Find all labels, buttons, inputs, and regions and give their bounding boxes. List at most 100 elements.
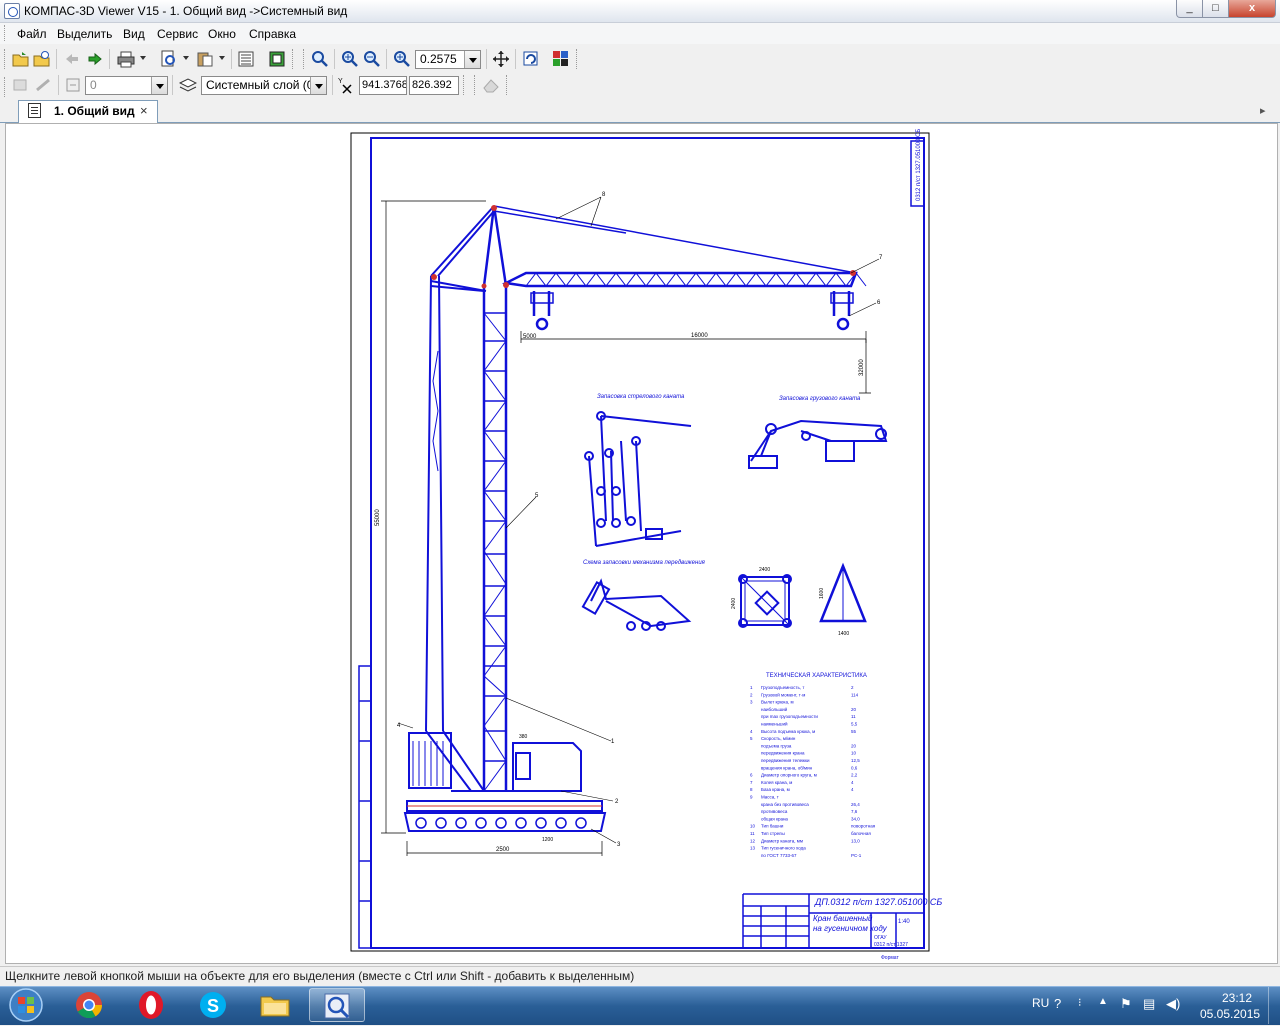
dim-height: 55000 [375, 509, 381, 526]
toolbar-grip[interactable] [4, 49, 8, 69]
zoom-scale-combo[interactable]: 0.2575 [415, 50, 481, 69]
tech-spec-cell: поворотная [851, 824, 876, 829]
print-icon[interactable] [117, 50, 135, 68]
refresh-icon[interactable] [522, 50, 540, 68]
menu-view[interactable]: Вид [123, 27, 145, 41]
kompas-app-icon[interactable] [4, 3, 20, 19]
toolbar-end-grip[interactable] [292, 49, 296, 69]
properties-list-icon[interactable] [237, 50, 255, 68]
stamp-scale: 1:40 [898, 919, 910, 925]
current-state-toolbar: 0 Системный слой (0) Y 941.3768 826.392 [0, 73, 1280, 100]
paste-icon[interactable] [196, 50, 214, 68]
taskbar-skype[interactable]: S [185, 988, 241, 1022]
open-folder-icon[interactable] [12, 50, 30, 68]
zoom-in-icon[interactable] [341, 50, 359, 68]
coordinate-y-field[interactable]: 826.392 [409, 76, 459, 95]
tray-network-icon[interactable]: ▤ [1143, 996, 1155, 1012]
stamp-name-1: Кран башенный [813, 914, 873, 923]
tray-volume-icon[interactable]: ◀) [1166, 996, 1180, 1012]
menu-help[interactable]: Справка [249, 27, 296, 41]
menu-grip[interactable] [4, 25, 8, 41]
tech-spec-cell: при max грузоподъемности [761, 714, 818, 719]
layers-icon[interactable] [179, 76, 197, 94]
paste-dropdown-icon[interactable] [219, 56, 225, 60]
tech-spec-cell: 10 [750, 824, 756, 829]
tech-spec-cell: 7,6 [851, 809, 858, 814]
menu-service[interactable]: Сервис [157, 27, 198, 41]
zoom-scale-icon[interactable] [393, 50, 411, 68]
tech-spec-cell: Тип стрелы [761, 831, 785, 836]
view-toolbar-grip[interactable] [303, 49, 307, 69]
tech-spec-cell: 11 [851, 714, 856, 719]
toolbar-grip[interactable] [474, 75, 478, 95]
dim-box-width: 2400 [759, 567, 770, 573]
tech-spec-cell: 12 [750, 838, 756, 843]
zoom-scale-dropdown-icon[interactable] [464, 51, 480, 68]
tech-spec-cell: балочная [851, 831, 871, 836]
tech-spec-cell: РС-1 [851, 853, 862, 858]
tech-spec-cell: 20 [851, 743, 857, 748]
kompas-viewer-icon [324, 993, 350, 1019]
dim-base: 2500 [496, 847, 510, 853]
style-combo[interactable]: 0 [85, 76, 168, 95]
maximize-button[interactable]: □ [1202, 0, 1229, 18]
taskbar-kompas-viewer[interactable] [309, 988, 365, 1022]
layer-combo[interactable]: Системный слой (0) [201, 76, 327, 95]
zoom-window-icon[interactable] [311, 50, 329, 68]
open-recent-icon[interactable] [33, 50, 51, 68]
taskbar-opera[interactable] [123, 988, 179, 1022]
tech-spec-cell: Тип гусеничного хода [761, 846, 806, 851]
back-arrow-icon[interactable] [63, 50, 81, 68]
close-button[interactable]: x [1228, 0, 1276, 18]
tray-expand-icon[interactable]: ⁝ [1078, 996, 1082, 1009]
toolbar-end-grip[interactable] [463, 75, 467, 95]
minimize-button[interactable]: _ [1176, 0, 1203, 18]
toolbar-separator [334, 49, 335, 69]
tech-spec-cell: 13 [750, 846, 756, 851]
start-button[interactable] [4, 987, 48, 1023]
layers-color-icon[interactable] [552, 50, 570, 68]
preview-icon[interactable] [160, 50, 178, 68]
pan-move-icon[interactable] [492, 50, 510, 68]
tray-clock-date[interactable]: 05.05.2015 [1200, 1007, 1260, 1021]
tray-language[interactable]: RU [1032, 996, 1049, 1010]
tray-clock-time[interactable]: 23:12 [1212, 991, 1262, 1005]
tech-spec-cell: Диаметр каната, мм [761, 838, 803, 843]
zoom-out-icon[interactable] [363, 50, 381, 68]
menu-select[interactable]: Выделить [57, 27, 112, 41]
style-combo-value: 0 [90, 78, 97, 92]
tray-show-hidden-icon[interactable]: ▲ [1098, 996, 1108, 1007]
tab-close-icon[interactable]: × [140, 103, 148, 118]
toolbar-end-grip[interactable] [506, 75, 510, 95]
menu-file[interactable]: Файл [17, 27, 47, 41]
stamp-group-1: ОГАУ [874, 935, 887, 941]
stamp-name-2: на гусеничном ходу [813, 924, 888, 933]
eraser-disabled-icon [483, 79, 499, 93]
coordinate-x-field[interactable]: 941.3768 [359, 76, 407, 95]
cursor-coordinates-icon[interactable]: Y [337, 76, 355, 94]
taskbar-chrome[interactable] [61, 988, 117, 1022]
tech-spec-cell: 55 [851, 729, 857, 734]
tech-spec-cell: крана без противовеса [761, 802, 809, 807]
toolbar-end-grip[interactable] [576, 49, 580, 69]
layer-dropdown-icon[interactable] [310, 77, 326, 94]
show-desktop-button[interactable] [1268, 987, 1280, 1024]
menu-window[interactable]: Окно [208, 27, 236, 41]
window-title: КОМПАС-3D Viewer V15 - 1. Общий вид ->Си… [24, 4, 348, 18]
document-tab-bar [0, 100, 1280, 123]
tray-flag-icon[interactable]: ⚑ [1120, 996, 1132, 1012]
print-dropdown-icon[interactable] [140, 56, 146, 60]
tray-help-icon[interactable]: ? [1054, 996, 1061, 1011]
style-dropdown-icon[interactable] [151, 77, 167, 94]
preview-dropdown-icon[interactable] [183, 56, 189, 60]
drawing-canvas[interactable]: 0312 п/ст 1327.051000 СБ ДП.0312 п/ст 13… [5, 123, 1278, 964]
toolbar-grip[interactable] [4, 77, 8, 97]
taskbar-explorer[interactable] [247, 988, 303, 1022]
step-icon[interactable] [64, 76, 82, 94]
tech-spec-cell: Вылет крюка, м [761, 700, 794, 705]
tab-scroll-right-icon[interactable]: ▸ [1260, 104, 1266, 117]
tech-spec-cell: по ГОСТ 7733-67 [761, 853, 797, 858]
forward-arrow-icon[interactable] [86, 50, 104, 68]
tech-spec-cell: противовеса [761, 809, 788, 814]
manager-icon[interactable] [268, 50, 286, 68]
